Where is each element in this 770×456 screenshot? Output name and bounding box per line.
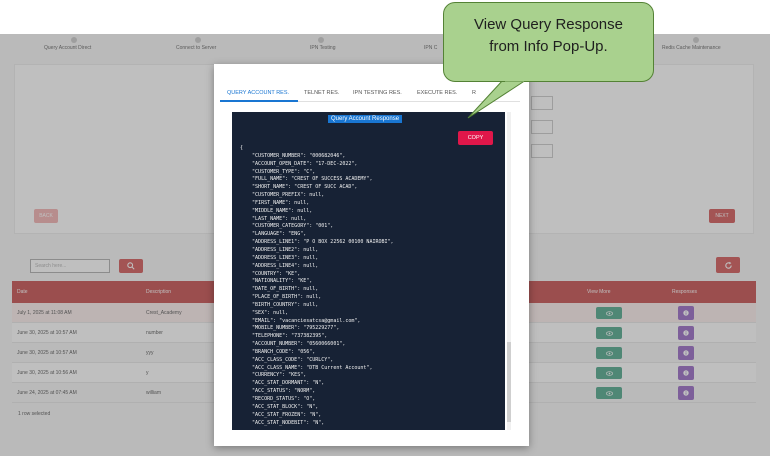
tab-query-account-res[interactable]: QUERY ACCOUNT RES. bbox=[227, 90, 289, 96]
copy-button[interactable]: COPY bbox=[458, 131, 493, 145]
scroll-thumb[interactable] bbox=[507, 342, 511, 422]
callout-line-2: from Info Pop-Up. bbox=[489, 38, 608, 55]
tab-ipn-testing-res[interactable]: IPN TESTING RES. bbox=[353, 90, 402, 96]
tab-more[interactable]: R bbox=[472, 90, 476, 96]
response-json: { "CUSTOMER_NUMBER": "000682046", "ACCOU… bbox=[240, 145, 394, 426]
callout-line-1: View Query Response bbox=[474, 16, 623, 33]
scrollbar[interactable] bbox=[507, 112, 511, 430]
top-margin bbox=[0, 0, 770, 34]
response-panel: Query Account Response COPY { "CUSTOMER_… bbox=[232, 112, 505, 430]
panel-title: Query Account Response bbox=[328, 115, 403, 123]
active-tab-indicator bbox=[220, 100, 298, 102]
tab-execute-res[interactable]: EXECUTE RES. bbox=[417, 90, 457, 96]
info-popup-modal: QUERY ACCOUNT RES. TELNET RES. IPN TESTI… bbox=[214, 64, 529, 446]
tab-telnet-res[interactable]: TELNET RES. bbox=[304, 90, 339, 96]
callout-text: View Query Response from Info Pop-Up. bbox=[443, 14, 654, 58]
